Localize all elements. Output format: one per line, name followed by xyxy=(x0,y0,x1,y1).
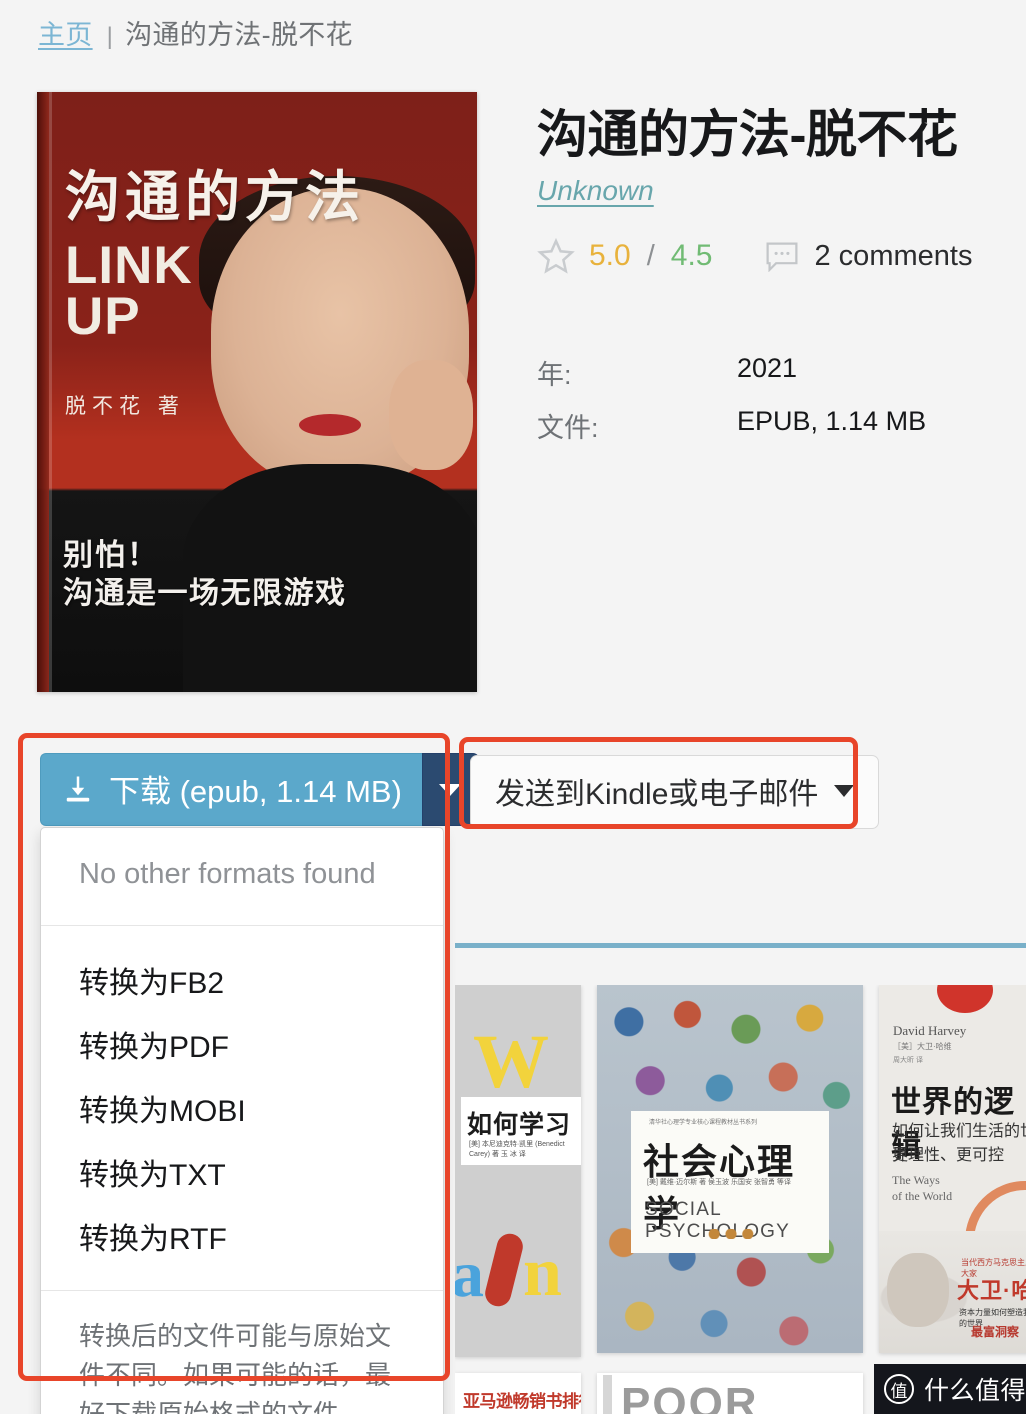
cover-title-en-line1: LINK xyxy=(65,236,193,295)
related-book-1-title-band: 如何学习 [美] 本尼迪克特·凯里 (Benedict Carey) 著 玉 冰… xyxy=(461,1097,581,1165)
book-detail-page: 主页 | 沟通的方法-脱不花 沟通的方法 LINK UP 脱不花 著 别怕！ 沟通是… xyxy=(0,0,1026,1414)
download-button-label: 下载 (epub, 1.14 MB) xyxy=(109,774,402,809)
book-metadata: 沟通的方法-脱不花 Unknown 5.0 / 4.5 2 comments 年… xyxy=(537,106,1007,459)
cover-tagline-2: 沟通是一场无限游戏 xyxy=(63,577,347,610)
related-book-1-letter-w: W xyxy=(473,1020,549,1104)
breadcrumb-home-link[interactable]: 主页 xyxy=(38,20,93,50)
related-book-how-to-learn[interactable]: W 如何学习 [美] 本尼迪克特·凯里 (Benedict Carey) 著 玉… xyxy=(455,985,581,1357)
related-books-strip: W 如何学习 [美] 本尼迪克特·凯里 (Benedict Carey) 著 玉… xyxy=(455,985,1026,1414)
related-book-amazon-banner[interactable]: 亚马逊畅销书排行榜首位! xyxy=(455,1373,581,1414)
cover-title-cn: 沟通的方法 xyxy=(65,166,366,228)
dropdown-item-convert-rtf[interactable]: 转换为RTF xyxy=(41,1204,443,1268)
rating-group[interactable]: 5.0 / 4.5 xyxy=(537,237,713,275)
property-key-file: 文件: xyxy=(537,413,599,444)
related-book-ways-of-the-world[interactable]: David Harvey ［美］大卫·哈维 周大昕 译 世界的逻辑 如何让我们生… xyxy=(879,985,1026,1353)
property-key-year: 年: xyxy=(537,360,572,391)
page-title: 沟通的方法-脱不花 xyxy=(537,106,958,163)
book-properties: 年: 2021 文件: EPUB, 1.14 MB xyxy=(537,353,1007,445)
related-book-1-worm-graphic xyxy=(482,1230,526,1310)
related-book-1-title: 如何学习 xyxy=(467,1111,572,1139)
related-book-5-banner-cn: 亚马逊畅销书排行榜首位! xyxy=(463,1392,581,1411)
related-book-social-psychology[interactable]: 清华社心理学专业核心课程教材丛书系列 社会心理学 [美] 戴维·迈尔斯 著 侯玉… xyxy=(597,985,863,1353)
cover-spine xyxy=(37,92,49,692)
book-stats: 5.0 / 4.5 2 comments xyxy=(537,237,1007,275)
related-book-1-letter-a: a xyxy=(455,1238,484,1311)
download-icon xyxy=(63,774,93,804)
related-book-3-title-en-1: The Ways xyxy=(892,1173,940,1187)
dropdown-item-convert-fb2[interactable]: 转换为FB2 xyxy=(41,948,443,1012)
related-book-3-title-en-2: of the World xyxy=(892,1189,953,1203)
cover-portrait-hand xyxy=(389,360,473,470)
breadcrumb-current: 沟通的方法-脱不花 xyxy=(125,20,353,50)
cover-author-line: 脱不花 著 xyxy=(65,395,185,418)
dropdown-item-convert-pdf[interactable]: 转换为PDF xyxy=(41,1012,443,1076)
section-divider xyxy=(455,943,1026,948)
star-icon xyxy=(537,237,575,275)
send-to-kindle-button[interactable]: 发送到Kindle或电子邮件 xyxy=(470,755,880,829)
download-button-group: 下载 (epub, 1.14 MB) xyxy=(40,753,479,826)
dropdown-conversion-note: 转换后的文件可能与原始文件不同。如果可能的话，最好下载原始格式的文件. xyxy=(79,1321,392,1414)
related-book-3-band-line2: 最富洞察 xyxy=(971,1325,1020,1339)
breadcrumb: 主页 | 沟通的方法-脱不花 xyxy=(38,13,353,52)
cover-portrait-lips xyxy=(299,414,361,436)
dropdown-item-list: 转换为FB2 转换为PDF 转换为MOBI 转换为TXT 转换为RTF xyxy=(41,926,443,1290)
related-book-1-credit: [美] 本尼迪克特·凯里 (Benedict Carey) 著 玉 冰 译 xyxy=(469,1141,565,1158)
format-dropdown-menu[interactable]: No other formats found 转换为FB2 转换为PDF 转换为… xyxy=(40,827,444,1414)
download-button[interactable]: 下载 (epub, 1.14 MB) xyxy=(40,753,422,826)
quality-value: 4.5 xyxy=(670,239,713,273)
related-book-3-portrait xyxy=(887,1253,949,1327)
comments-count-label: 2 comments xyxy=(814,239,973,272)
book-cover[interactable]: 沟通的方法 LINK UP 脱不花 著 别怕！ 沟通是一场无限游戏 xyxy=(37,92,477,692)
comment-bubble-icon xyxy=(765,240,799,273)
send-to-kindle-label: 发送到Kindle或电子邮件 xyxy=(495,778,819,811)
watermark: 值 什么值得买 xyxy=(874,1364,1026,1414)
related-book-2-sub-note: [美] 戴维·迈尔斯 著 侯玉波 乐国安 张智勇 等译 xyxy=(647,1179,791,1186)
related-book-2-title-panel: 清华社心理学专业核心课程教材丛书系列 社会心理学 [美] 戴维·迈尔斯 著 侯玉… xyxy=(631,1111,829,1253)
book-cover-art: 沟通的方法 LINK UP 脱不花 著 别怕！ 沟通是一场无限游戏 xyxy=(37,92,477,692)
related-book-3-subtitle-2: 更理性、更可控 xyxy=(892,1147,1005,1164)
related-book-4-title-en: POOR xyxy=(621,1379,759,1414)
watermark-text: 什么值得买 xyxy=(924,1377,1026,1405)
rating-separator: / xyxy=(646,239,655,272)
related-book-3-band-name: 大卫·哈 xyxy=(957,1278,1026,1303)
watermark-badge-icon: 值 xyxy=(884,1374,914,1404)
property-row-file: 文件: EPUB, 1.14 MB xyxy=(537,406,1007,445)
property-value-file: EPUB, 1.14 MB xyxy=(737,406,927,437)
related-book-poor-economics[interactable]: POOR xyxy=(597,1373,863,1414)
related-book-3-author-cn: ［美］大卫·哈维 xyxy=(893,1042,952,1051)
cover-title-en: LINK UP xyxy=(65,236,193,347)
cover-title-en-line2: UP xyxy=(65,287,141,347)
dropdown-item-convert-txt[interactable]: 转换为TXT xyxy=(41,1140,443,1204)
chevron-down-icon xyxy=(834,785,855,797)
related-book-3-translator: 周大昕 译 xyxy=(893,1057,923,1064)
related-book-3-red-circle xyxy=(937,985,993,1013)
related-book-3-author-en: David Harvey xyxy=(893,1023,967,1038)
related-book-2-dots-graphic xyxy=(707,1229,755,1239)
property-row-year: 年: 2021 xyxy=(537,353,1007,392)
dropdown-header-no-formats: No other formats found xyxy=(79,858,376,890)
author-link[interactable]: Unknown xyxy=(537,175,654,207)
related-book-2-top-note: 清华社心理学专业核心课程教材丛书系列 xyxy=(649,1120,758,1126)
property-value-year: 2021 xyxy=(737,353,798,384)
cover-spine-highlight xyxy=(49,92,52,692)
related-book-4-spine-bar xyxy=(603,1375,612,1414)
dropdown-item-convert-mobi[interactable]: 转换为MOBI xyxy=(41,1076,443,1140)
chevron-down-icon xyxy=(439,783,462,796)
breadcrumb-separator: | xyxy=(106,23,114,50)
related-book-1-letter-n: n xyxy=(523,1234,562,1311)
comments-group[interactable]: 2 comments xyxy=(765,239,973,273)
rating-value: 5.0 xyxy=(589,239,631,273)
